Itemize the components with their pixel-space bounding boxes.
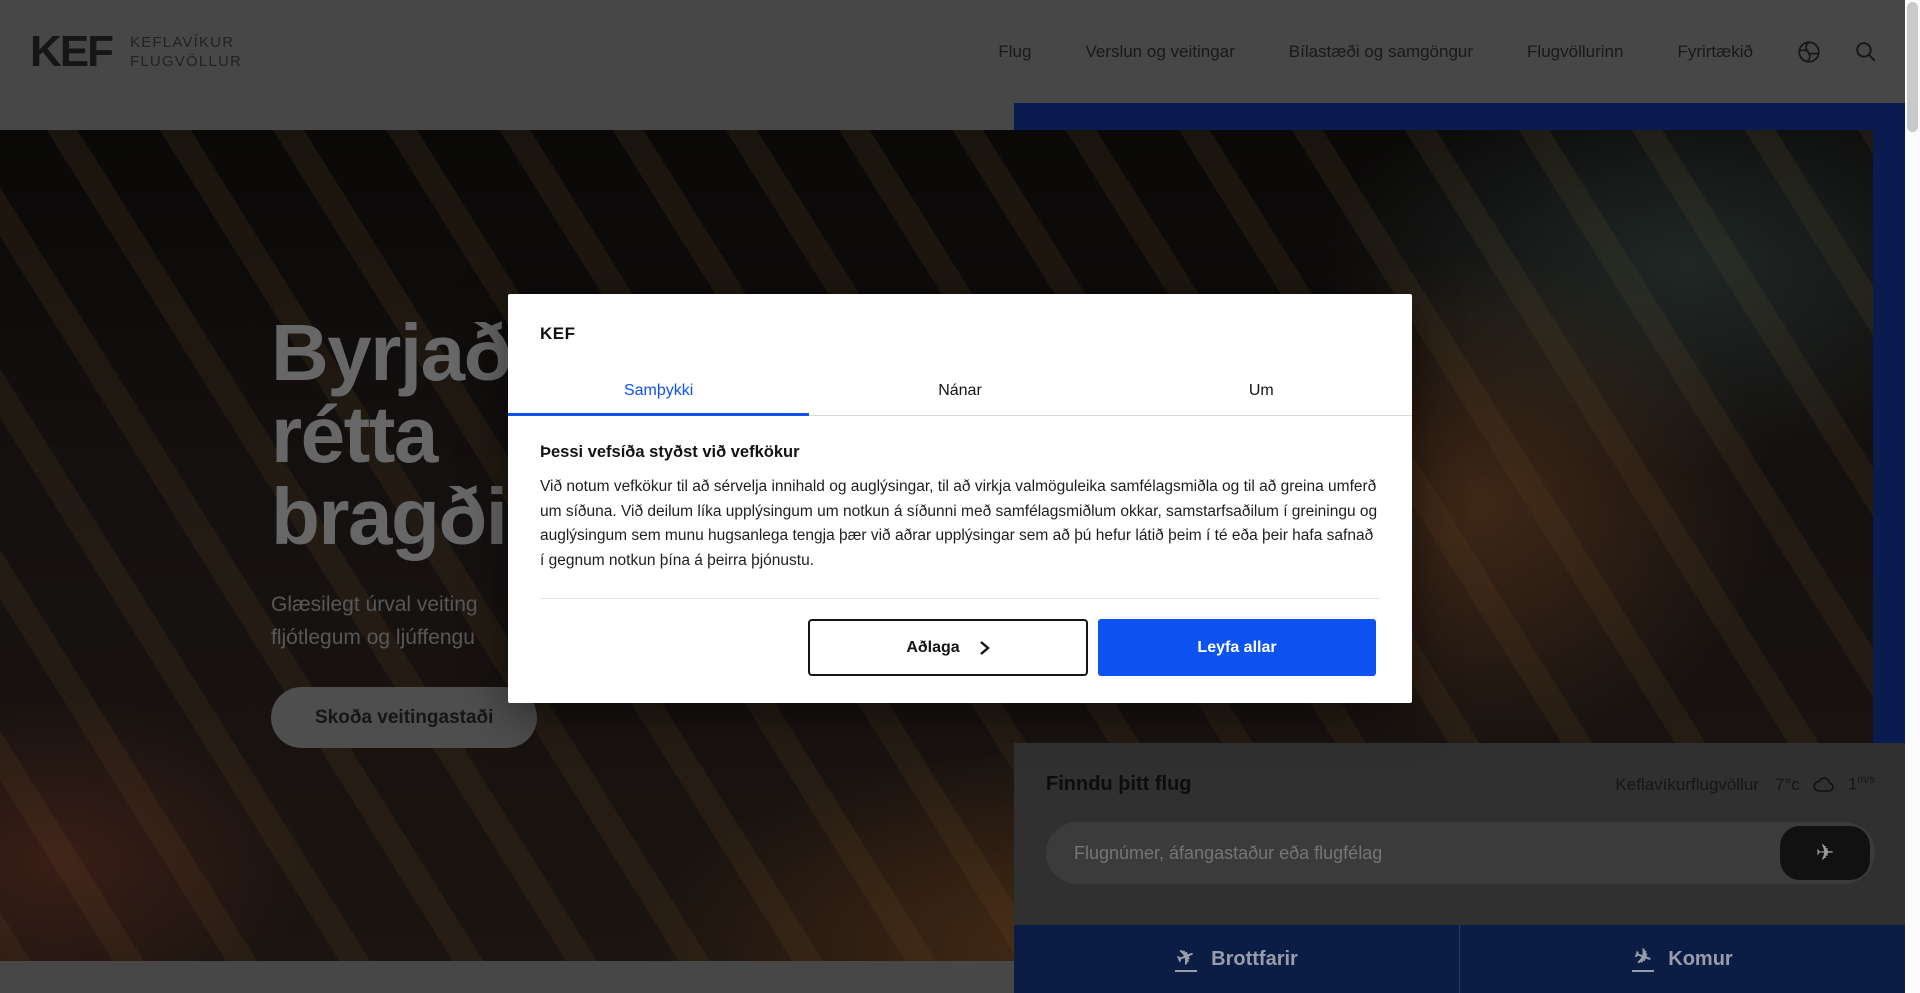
flight-search-widget: Finndu þitt flug Keflavíkurflugvöllur 7°… [1014, 743, 1905, 993]
tab-arrivals[interactable]: ✈ Komur [1459, 925, 1905, 993]
weather-location: Keflavíkurflugvöllur [1615, 775, 1759, 795]
weather-wind: 1m/s [1848, 774, 1875, 795]
cookie-heading: Þessi vefsíða styðst við vefkökur [540, 443, 1380, 462]
tab-departures[interactable]: ✈ Brottfarir [1014, 925, 1459, 993]
flight-search-submit-button[interactable]: ✈ [1780, 826, 1870, 880]
accept-all-cookies-button[interactable]: Leyfa allar [1098, 619, 1376, 676]
customize-cookies-button[interactable]: Aðlaga [808, 619, 1088, 676]
logo-sub-line1: KEFLAVÍKUR [130, 33, 242, 52]
cookie-dialog-tabs: Samþykki Nánar Um [508, 368, 1412, 416]
cookie-dialog-body: Þessi vefsíða styðst við vefkökur Við no… [508, 416, 1412, 599]
kef-logo[interactable]: KEF KEFLAVÍKUR FLUGVÖLLUR [30, 30, 242, 74]
view-restaurants-button[interactable]: Skoða veitingastaði [271, 687, 537, 748]
kef-logo-subtitle: KEFLAVÍKUR FLUGVÖLLUR [130, 33, 242, 71]
cloud-icon [1812, 775, 1836, 795]
nav-item-fyrirtaekid[interactable]: Fyrirtækið [1677, 42, 1753, 62]
weather-info: Keflavíkurflugvöllur 7°c 1m/s [1615, 774, 1875, 795]
nav-item-verslun-og-veitingar[interactable]: Verslun og veitingar [1085, 42, 1234, 62]
flight-widget-header: Finndu þitt flug Keflavíkurflugvöllur 7°… [1014, 743, 1905, 796]
site-header: KEF KEFLAVÍKUR FLUGVÖLLUR Flug Verslun o… [0, 0, 1905, 103]
header-icons [1795, 38, 1879, 66]
departures-label: Brottfarir [1211, 948, 1298, 971]
scrollbar-thumb[interactable] [1907, 2, 1918, 132]
customize-label: Aðlaga [906, 639, 959, 657]
cookie-description: Við notum vefkökur til að sérvelja innih… [540, 475, 1380, 573]
arrivals-label: Komur [1668, 948, 1732, 971]
tab-details[interactable]: Nánar [809, 368, 1110, 415]
page-scrollbar[interactable] [1905, 0, 1920, 993]
cookie-actions: Aðlaga Leyfa allar [508, 619, 1412, 703]
departures-icon: ✈ [1175, 947, 1197, 972]
tab-about[interactable]: Um [1111, 368, 1412, 415]
logo-sub-line2: FLUGVÖLLUR [130, 52, 242, 71]
globe-icon[interactable] [1795, 38, 1823, 66]
main-nav: Flug Verslun og veitingar Bílastæði og s… [998, 42, 1753, 62]
search-icon[interactable] [1851, 38, 1879, 66]
flight-search-row: ✈ [1046, 822, 1875, 884]
cookie-consent-dialog: KEF Samþykki Nánar Um Þessi vefsíða styð… [508, 294, 1412, 703]
kef-airport-page: KEF KEFLAVÍKUR FLUGVÖLLUR Flug Verslun o… [0, 0, 1920, 993]
weather-temperature: 7°c [1775, 775, 1800, 795]
flight-widget-title: Finndu þitt flug [1046, 773, 1192, 796]
kef-logo-text: KEF [30, 30, 112, 74]
tab-consent[interactable]: Samþykki [508, 368, 809, 415]
cookie-divider [540, 598, 1380, 599]
flight-search-input[interactable] [1046, 822, 1875, 884]
arrivals-icon: ✈ [1632, 947, 1654, 972]
cookie-dialog-title: KEF [508, 294, 1412, 368]
flight-direction-tabs: ✈ Brottfarir ✈ Komur [1014, 925, 1905, 993]
nav-item-bilastaedi-og-samgongur[interactable]: Bílastæði og samgöngur [1289, 42, 1473, 62]
plane-icon: ✈ [1816, 840, 1834, 866]
nav-item-flug[interactable]: Flug [998, 42, 1031, 62]
nav-item-flugvollurinn[interactable]: Flugvöllurinn [1527, 42, 1623, 62]
chevron-right-icon [978, 640, 990, 656]
